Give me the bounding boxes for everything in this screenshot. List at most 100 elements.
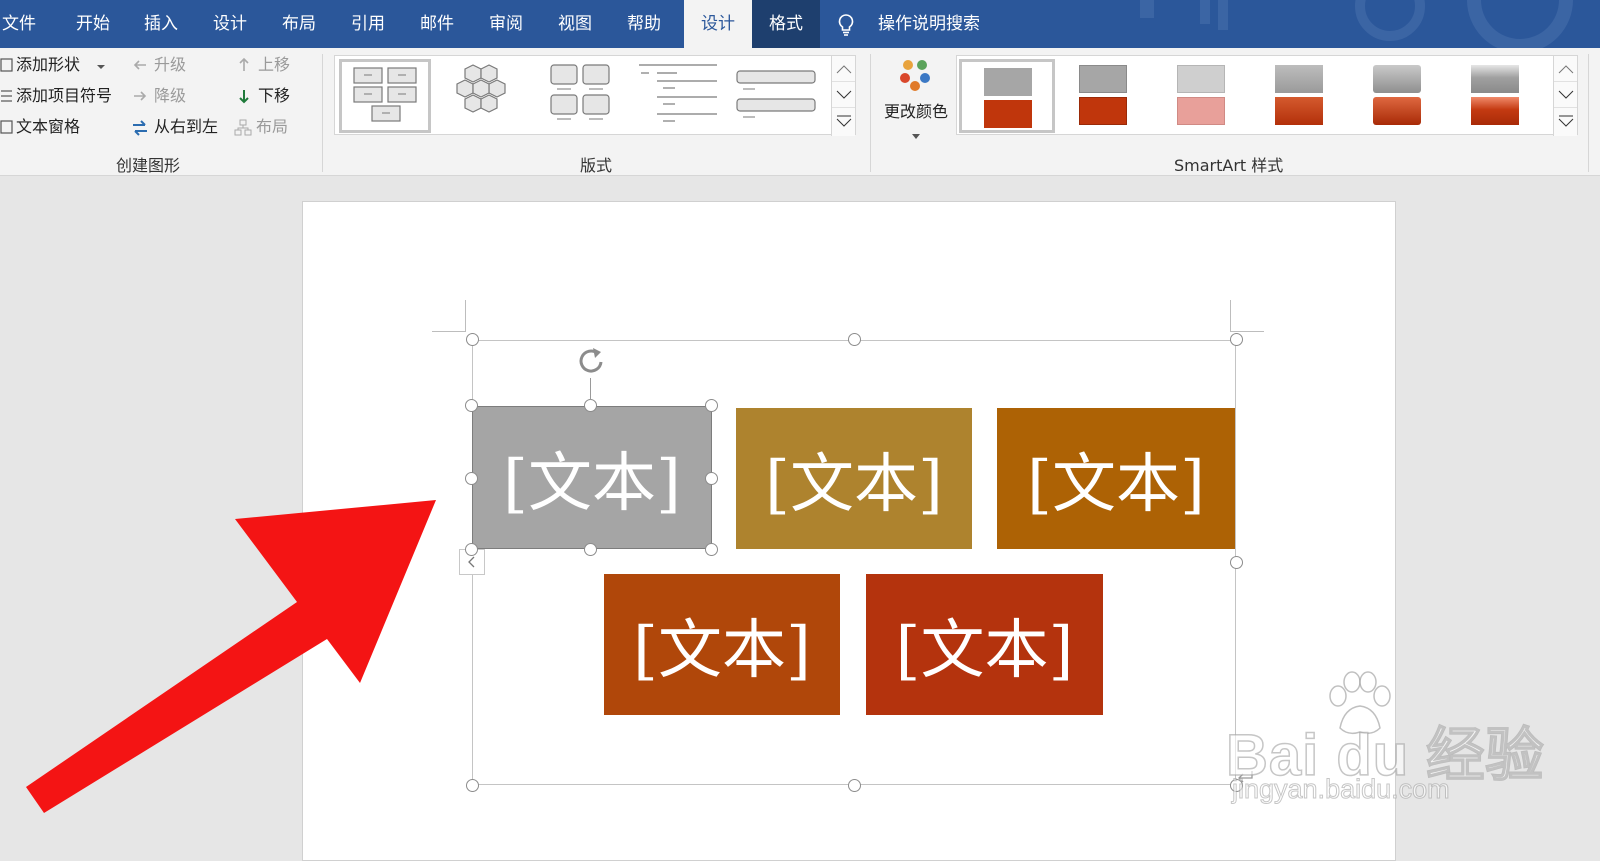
tab-home[interactable]: 开始 [62,0,124,48]
layout-button[interactable]: 布局 [234,114,314,140]
styles-gallery-scroll [1553,56,1577,136]
smartart-styles-gallery [956,55,1578,136]
gallery-expand-button[interactable] [832,108,855,134]
shape-resize-handle[interactable] [705,399,718,412]
arrow-down-icon [239,90,249,104]
style-option-1[interactable] [959,59,1055,133]
move-up-button[interactable]: 上移 [236,52,296,78]
add-shape-dropdown-icon[interactable] [96,63,106,71]
style-option-2[interactable] [1057,59,1153,133]
tab-insert[interactable]: 插入 [130,0,192,48]
style-option-3[interactable] [1155,59,1251,133]
frame-resize-handle[interactable] [1230,333,1243,346]
smartart-shape-5[interactable]: [文本] [866,574,1103,715]
shape-resize-handle[interactable] [465,472,478,485]
add-bullet-label: 添加项目符号 [16,86,113,105]
layout-lined-list-thumbnail [639,64,717,122]
swap-arrows-icon [133,120,147,136]
tab-layout[interactable]: 布局 [268,0,330,48]
demote-button[interactable]: 降级 [132,83,202,109]
layout-hexagon-thumbnail [456,64,506,113]
layout-option-lined-list[interactable] [635,59,727,133]
baidu-jingyan-watermark: Bai du 经验 jingyan.baidu.com [1225,668,1544,808]
tab-view[interactable]: 视图 [544,0,606,48]
rotate-handle-stem [590,378,591,400]
shape-resize-handle[interactable] [465,399,478,412]
smartart-shape-4[interactable]: [文本] [604,574,840,715]
frame-resize-handle[interactable] [848,333,861,346]
frame-resize-handle[interactable] [848,779,861,792]
arrow-up-icon [239,57,249,71]
add-bullet-button[interactable]: 添加项目符号 [0,83,120,109]
arrow-right-icon [134,91,147,101]
shape-resize-handle[interactable] [705,543,718,556]
frame-resize-handle[interactable] [1230,556,1243,569]
chevron-up-icon [836,64,851,73]
tab-smartart-design[interactable]: 设计 [684,0,752,48]
change-colors-label: 更改颜色 [883,102,948,121]
lightbulb-icon [838,14,854,36]
gallery-expand-button[interactable] [1554,108,1577,134]
style-option-6[interactable] [1449,59,1545,133]
add-shape-button[interactable]: 添加形状 [0,52,110,78]
group-separator [322,54,323,172]
caret-down-icon [912,134,920,139]
style-option-4[interactable] [1253,59,1349,133]
tab-review[interactable]: 审阅 [475,0,537,48]
add-shape-label: 添加形状 [16,55,81,74]
layout-option-bullet-list[interactable] [733,59,825,133]
layout-option-basic-block[interactable] [339,59,431,133]
text-pane-label: 文本窗格 [16,117,81,136]
frame-resize-handle[interactable] [466,779,479,792]
move-down-label: 下移 [258,86,291,105]
move-down-button[interactable]: 下移 [236,83,296,109]
right-to-left-button[interactable]: 从右到左 [130,114,230,140]
crop-mark [465,300,466,332]
layout-grid-thumbnail [550,64,610,120]
promote-label: 升级 [154,55,187,74]
smartart-shape-3[interactable]: [文本] [997,408,1235,549]
tab-smartart-format[interactable]: 格式 [752,0,820,48]
rotate-icon[interactable] [576,345,608,377]
smartart-shape-2[interactable]: [文本] [736,408,972,549]
tab-help[interactable]: 帮助 [613,0,675,48]
chevron-up-icon [1558,64,1573,73]
org-chart-icon [234,119,252,136]
crop-mark [1230,331,1264,332]
layouts-gallery-scroll [831,56,855,136]
create-graphic-group-label: 创建图形 [116,156,181,175]
move-up-label: 上移 [258,55,291,74]
gallery-scroll-up-button[interactable] [832,56,855,82]
gallery-scroll-down-button[interactable] [1554,82,1577,108]
shape-resize-handle[interactable] [584,399,597,412]
tab-file[interactable]: 文件 [0,0,38,48]
style-option-5[interactable] [1351,59,1447,133]
layout-option-grid[interactable] [537,59,629,133]
layout-bullet-list-thumbnail [736,70,816,118]
shape-resize-handle[interactable] [465,543,478,556]
tab-mailings[interactable]: 邮件 [406,0,468,48]
gallery-scroll-up-button[interactable] [1554,56,1577,82]
tab-design[interactable]: 设计 [199,0,261,48]
promote-button[interactable]: 升级 [132,52,202,78]
shape-resize-handle[interactable] [584,543,597,556]
change-colors-button[interactable]: 更改颜色 [876,54,956,146]
shape-text: [文本] [765,447,943,522]
ribbon: 添加形状 添加项目符号 文本窗格 升级 降级 从右到左 上移 下移 布局 创建图… [0,48,1600,176]
gallery-scroll-down-button[interactable] [832,82,855,108]
crop-mark [1230,300,1231,332]
layouts-group-label: 版式 [580,156,613,175]
tab-references[interactable]: 引用 [337,0,399,48]
chevron-down-icon [836,90,851,99]
shape-text: [文本] [503,446,681,521]
text-pane-button[interactable]: 文本窗格 [0,114,100,140]
group-separator [1588,54,1589,172]
frame-resize-handle[interactable] [466,333,479,346]
shape-text: [文本] [1027,447,1205,522]
layouts-gallery [334,55,856,136]
palette-icon [900,60,930,91]
demote-label: 降级 [154,86,187,105]
shape-resize-handle[interactable] [705,472,718,485]
smartart-shape-1[interactable]: [文本] [472,406,712,549]
layout-option-hexagon[interactable] [439,59,531,133]
